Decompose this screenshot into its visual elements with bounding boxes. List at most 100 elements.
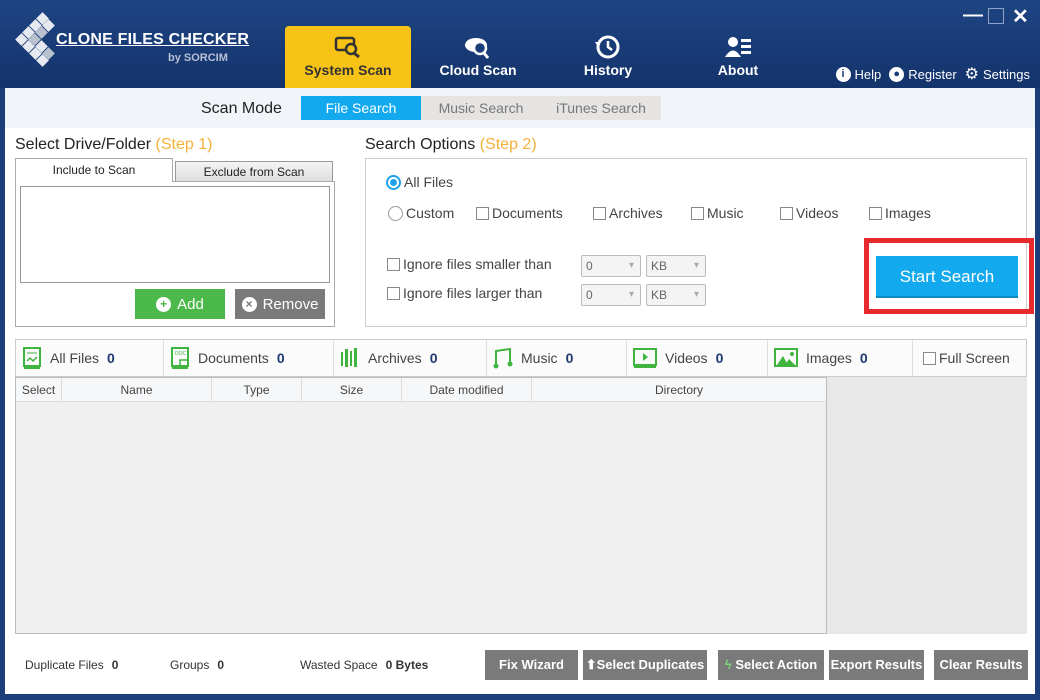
- arrow-up-icon: ⬆: [585, 657, 597, 672]
- include-tab[interactable]: Include to Scan: [15, 158, 173, 182]
- archives-checkbox[interactable]: Archives: [593, 205, 663, 221]
- system-scan-icon: [334, 36, 360, 59]
- plus-icon: +: [156, 296, 172, 312]
- smaller-unit-select[interactable]: KB: [646, 255, 706, 277]
- user-icon: ●: [889, 66, 905, 82]
- custom-label: Custom: [406, 205, 455, 221]
- checkbox: [869, 206, 882, 220]
- full-screen-checkbox[interactable]: Full Screen: [913, 340, 1026, 376]
- remove-button[interactable]: × Remove: [235, 289, 325, 319]
- ignore-smaller-checkbox[interactable]: Ignore files smaller than: [387, 256, 552, 272]
- tab-label: History: [583, 62, 633, 78]
- app-title: CLONE FILES CHECKER: [56, 31, 250, 48]
- all-files-label: All Files: [404, 174, 454, 190]
- images-checkbox[interactable]: Images: [869, 205, 931, 221]
- tab-label: System Scan: [304, 62, 392, 78]
- videos-checkbox[interactable]: Videos: [780, 205, 839, 221]
- column-type[interactable]: Type: [212, 378, 302, 401]
- tab-history[interactable]: History: [545, 26, 671, 88]
- column-size[interactable]: Size: [302, 378, 402, 401]
- add-button[interactable]: + Add: [135, 289, 225, 319]
- help-label: Help: [854, 66, 882, 82]
- select-action-button[interactable]: ϟ Select Action: [718, 650, 824, 680]
- category-images[interactable]: Images 0: [768, 340, 913, 376]
- tab-about[interactable]: About: [675, 26, 801, 88]
- checkbox-label: Music: [707, 205, 744, 221]
- mode-tab-music-search[interactable]: Music Search: [421, 96, 541, 120]
- help-link[interactable]: i Help: [835, 66, 882, 82]
- column-date-modified[interactable]: Date modified: [402, 378, 532, 401]
- documents-checkbox[interactable]: Documents: [476, 205, 563, 221]
- status-value: 0 Bytes: [385, 658, 429, 672]
- checkbox: [691, 206, 704, 220]
- drive-folder-list[interactable]: [20, 186, 330, 283]
- category-music[interactable]: Music 0: [487, 340, 627, 376]
- step1-title-text: Select Drive/Folder: [15, 136, 152, 153]
- column-name[interactable]: Name: [62, 378, 212, 401]
- category-label: All Files: [50, 350, 100, 366]
- gear-icon: ⚙: [964, 66, 980, 83]
- music-checkbox[interactable]: Music: [691, 205, 744, 221]
- export-results-button[interactable]: Export Results: [829, 650, 924, 680]
- smaller-size-select[interactable]: 0: [581, 255, 641, 277]
- fix-wizard-button[interactable]: Fix Wizard: [485, 650, 578, 680]
- settings-link[interactable]: ⚙ Settings: [965, 64, 1030, 84]
- larger-size-select[interactable]: 0: [581, 284, 641, 306]
- mode-tab-itunes-search[interactable]: iTunes Search: [541, 96, 661, 120]
- mode-tab-file-search[interactable]: File Search: [301, 96, 421, 120]
- radio-selected: [386, 174, 401, 190]
- step1-title: Select Drive/Folder (Step 1): [15, 136, 212, 154]
- status-value: 0: [217, 658, 225, 672]
- status-label: Wasted Space: [300, 658, 378, 672]
- checkbox-label: Archives: [609, 205, 663, 221]
- category-label: Videos: [665, 350, 708, 366]
- checkbox: [593, 206, 606, 220]
- larger-unit-select[interactable]: KB: [646, 284, 706, 306]
- checkbox: [387, 286, 400, 300]
- remove-icon: ×: [241, 296, 257, 312]
- category-label: Archives: [368, 350, 422, 366]
- start-search-button[interactable]: Start Search: [876, 256, 1018, 298]
- add-label: Add: [177, 295, 204, 313]
- checkbox: [476, 206, 489, 220]
- category-label: Images: [806, 350, 852, 366]
- category-videos[interactable]: Videos 0: [627, 340, 768, 376]
- category-documents[interactable]: DOC Documents 0: [164, 340, 334, 376]
- clear-results-button[interactable]: Clear Results: [934, 650, 1028, 680]
- scan-mode-label: Scan Mode: [201, 100, 282, 117]
- register-link[interactable]: ● Register: [889, 66, 957, 82]
- tab-system-scan[interactable]: System Scan: [285, 26, 411, 88]
- tab-cloud-scan[interactable]: Cloud Scan: [415, 26, 541, 88]
- documents-icon: DOC: [171, 347, 189, 369]
- checkbox-label: Images: [885, 205, 931, 221]
- app-subtitle: by SORCIM: [168, 52, 228, 64]
- tab-label: About: [717, 62, 759, 78]
- select-duplicates-button[interactable]: ⬆Select Duplicates: [583, 650, 707, 680]
- category-all-files[interactable]: All Files 0: [16, 340, 164, 376]
- duplicate-files-status: Duplicate Files 0: [25, 658, 118, 672]
- category-label: Music: [521, 350, 558, 366]
- all-files-radio[interactable]: All Files: [386, 174, 453, 190]
- register-label: Register: [908, 66, 957, 82]
- close-button[interactable]: ✕: [1012, 4, 1029, 29]
- status-value: 0: [111, 658, 119, 672]
- drive-folder-box: + Add × Remove: [15, 181, 335, 327]
- tab-label: Cloud Scan: [439, 62, 517, 78]
- custom-radio[interactable]: Custom: [388, 205, 454, 221]
- search-options-box: All Files Custom Documents Archives Musi…: [365, 158, 1034, 327]
- category-archives[interactable]: Archives 0: [334, 340, 487, 376]
- column-select[interactable]: Select: [16, 378, 62, 401]
- category-label: Documents: [198, 350, 269, 366]
- videos-icon: [633, 348, 657, 368]
- category-count: 0: [429, 350, 438, 366]
- maximize-button[interactable]: [988, 8, 1004, 24]
- category-bar: All Files 0 DOC Documents 0 Archives 0 Musi…: [15, 339, 1027, 377]
- app-header: CLONE FILES CHECKER by SORCIM System Sca…: [0, 0, 1040, 88]
- info-icon: i: [835, 66, 851, 82]
- ignore-larger-checkbox[interactable]: Ignore files larger than: [387, 285, 542, 301]
- exclude-tab[interactable]: Exclude from Scan: [175, 161, 333, 182]
- checkbox: [387, 257, 400, 271]
- column-directory[interactable]: Directory: [532, 378, 826, 401]
- remove-label: Remove: [262, 295, 319, 313]
- minimize-button[interactable]: —: [963, 4, 983, 27]
